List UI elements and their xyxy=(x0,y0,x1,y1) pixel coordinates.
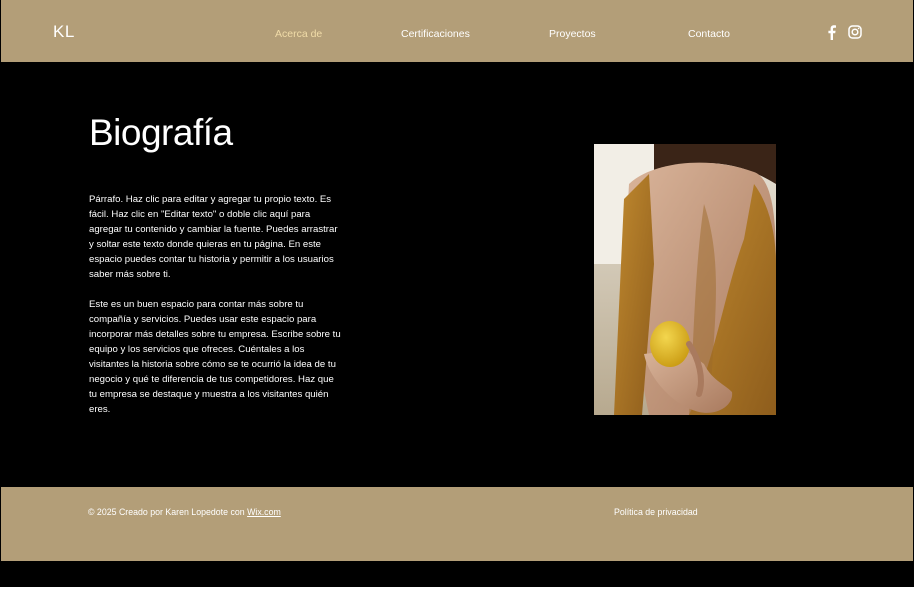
nav-acerca-de[interactable]: Acerca de xyxy=(275,28,322,40)
site-header: KL Acerca de Certificaciones Proyectos C… xyxy=(1,0,913,62)
bottom-bar xyxy=(1,561,913,587)
site-footer: © 2025 Creado por Karen Lopedote con Wix… xyxy=(1,487,913,561)
facebook-icon[interactable] xyxy=(823,24,839,40)
main-content: Biografía Párrafo. Haz clic para editar … xyxy=(1,62,913,487)
nav-contacto[interactable]: Contacto xyxy=(688,28,730,40)
wix-link[interactable]: Wix.com xyxy=(247,507,281,517)
instagram-icon[interactable] xyxy=(847,24,863,40)
copyright-prefix: © 2025 Creado por Karen Lopedote con xyxy=(88,507,248,517)
bio-paragraph-2: Este es un buen espacio para contar más … xyxy=(89,299,341,415)
site-logo[interactable]: KL xyxy=(53,22,75,42)
bio-paragraph-1: Párrafo. Haz clic para editar y agregar … xyxy=(89,194,338,280)
nav-proyectos[interactable]: Proyectos xyxy=(549,28,596,40)
bio-photo xyxy=(594,144,776,415)
page-title: Biografía xyxy=(89,112,233,153)
privacy-policy-link[interactable]: Política de privacidad xyxy=(614,507,698,517)
copyright-text: © 2025 Creado por Karen Lopedote con Wix… xyxy=(88,507,281,517)
nav-certificaciones[interactable]: Certificaciones xyxy=(401,28,470,40)
